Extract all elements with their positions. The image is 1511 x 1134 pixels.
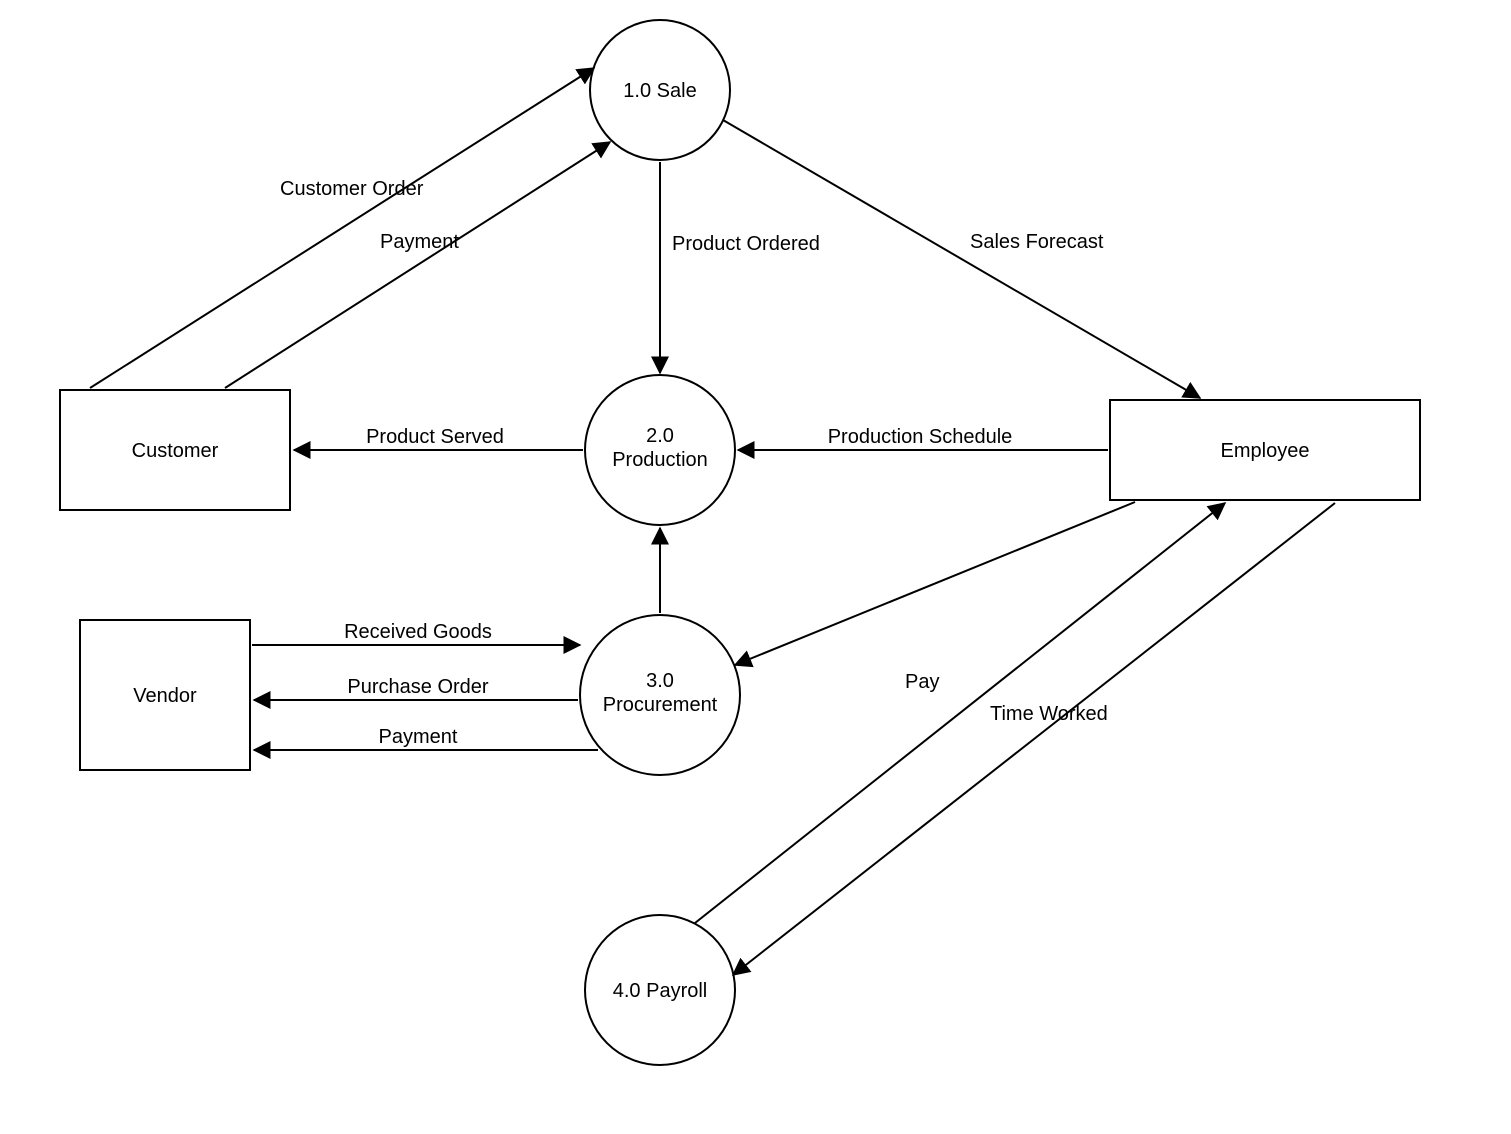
entity-customer-label: Customer	[132, 440, 219, 462]
flow-pay: Pay	[695, 503, 1225, 923]
process-production-num: 2.0	[646, 425, 674, 447]
process-production: 2.0 Production	[585, 375, 735, 525]
flow-customer-order: Customer Order	[90, 68, 594, 388]
flow-time-worked: Time Worked	[733, 503, 1335, 975]
flow-purchase-order: Purchase Order	[254, 676, 578, 700]
entity-employee-label: Employee	[1221, 440, 1310, 462]
process-sale: 1.0 Sale	[590, 20, 730, 160]
flow-sales-forecast: Sales Forecast	[723, 120, 1200, 398]
flow-sales-forecast-label: Sales Forecast	[970, 231, 1104, 253]
flow-payment-vendor: Payment	[254, 726, 598, 750]
entity-customer: Customer	[60, 390, 290, 510]
flow-received-goods: Received Goods	[252, 621, 580, 645]
entity-vendor: Vendor	[80, 620, 250, 770]
process-payroll-label: 4.0 Payroll	[613, 980, 708, 1002]
flow-payment-vendor-label: Payment	[379, 726, 458, 748]
flow-purchase-order-label: Purchase Order	[347, 676, 489, 698]
flow-product-served-label: Product Served	[366, 426, 504, 448]
process-procurement: 3.0 Procurement	[580, 615, 740, 775]
flow-pay-label: Pay	[905, 671, 939, 693]
flow-production-schedule-label: Production Schedule	[828, 426, 1013, 448]
flow-product-served: Product Served	[294, 426, 583, 450]
entity-vendor-label: Vendor	[133, 685, 197, 707]
process-procurement-num: 3.0	[646, 670, 674, 692]
flow-customer-order-label: Customer Order	[280, 178, 424, 200]
flow-production-schedule: Production Schedule	[738, 426, 1108, 450]
process-payroll: 4.0 Payroll	[585, 915, 735, 1065]
flow-employee-to-procurement	[735, 502, 1135, 665]
dfd-diagram: Customer Vendor Employee 1.0 Sale 2.0 Pr…	[0, 0, 1511, 1134]
flow-received-goods-label: Received Goods	[344, 621, 492, 643]
flow-time-worked-label: Time Worked	[990, 703, 1108, 725]
flow-product-ordered-label: Product Ordered	[672, 233, 820, 255]
flow-payment-customer-label: Payment	[380, 231, 459, 253]
flow-product-ordered: Product Ordered	[660, 162, 820, 373]
process-production-name: Production	[612, 449, 708, 471]
process-sale-label: 1.0 Sale	[623, 80, 696, 102]
process-procurement-name: Procurement	[603, 694, 718, 716]
entity-employee: Employee	[1110, 400, 1420, 500]
